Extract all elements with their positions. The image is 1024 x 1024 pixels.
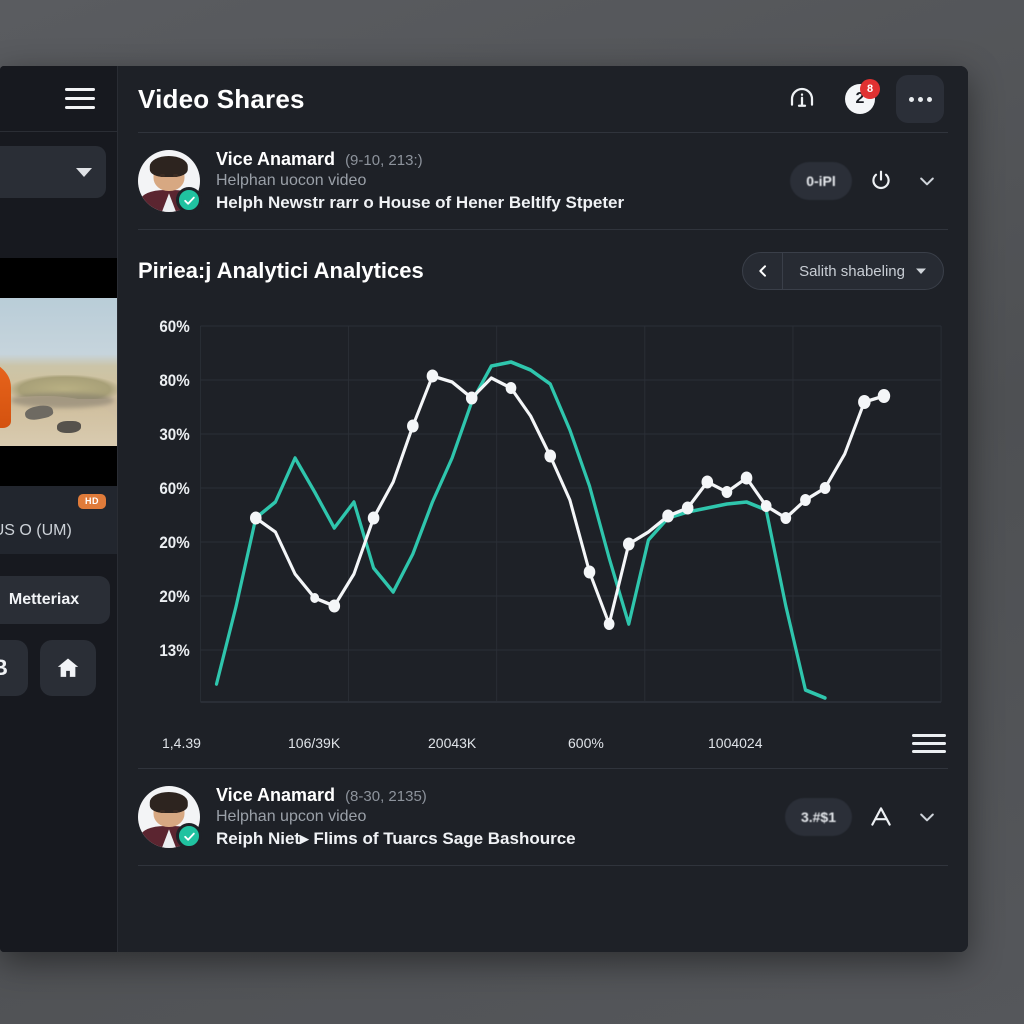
share-headline-top: Vice Anamard (9-10, 213:) <box>216 149 774 170</box>
chevron-left-icon[interactable] <box>743 253 784 289</box>
share-subtitle: Helphan uocon video <box>216 172 367 189</box>
sidebar-icon-row: B <box>0 640 117 696</box>
x-tick-1: 106/39K <box>288 735 341 751</box>
share-meta: (9-10, 213:) <box>345 152 423 169</box>
notifications-button[interactable]: 2 8 <box>838 77 882 121</box>
video-quality-badge: HD <box>78 494 106 509</box>
avatar-eye-right <box>172 173 178 177</box>
chart-footer: 1,4.39 106/39K 20043K 600% 1004024 <box>118 726 968 758</box>
avatar <box>138 150 202 213</box>
sidebar-primary-button[interactable]: Metteriax <box>0 576 110 624</box>
analytics-selector-label: Salith shabeling <box>799 262 905 280</box>
power-icon[interactable] <box>864 164 898 198</box>
x-tick-0: 1,4.39 <box>162 735 201 751</box>
x-tick-2: 20043K <box>428 735 477 751</box>
share-pill-button[interactable]: 0-iPl <box>790 162 852 200</box>
share-row-top[interactable]: Vice Anamard (9-10, 213:) Helphan uocon … <box>118 133 968 229</box>
y-tick-5: 20% <box>159 587 189 606</box>
analytics-selector[interactable]: Salith shabeling <box>742 252 944 290</box>
thumbnail-rock-2 <box>57 420 81 433</box>
x-tick-3: 600% <box>568 735 604 751</box>
more-horizontal-icon[interactable] <box>896 75 944 123</box>
page-title: Video Shares <box>138 83 305 114</box>
share-actions-bottom: 3.#$1 <box>784 798 944 836</box>
y-tick-2: 30% <box>159 425 189 444</box>
main-panel: Video Shares 2 8 Vice Anamard (9-10, 213… <box>118 66 968 952</box>
letter-b-icon[interactable]: B <box>0 640 28 696</box>
analytics-selector-main[interactable]: Salith shabeling <box>783 263 943 280</box>
video-thumbnail[interactable] <box>0 258 117 486</box>
verified-check-icon <box>176 823 202 849</box>
left-sidebar: HD the US O (UM) Metteriax B <box>0 66 118 952</box>
share-title: Helph Newstr rarr o House of Hener Beltl… <box>216 193 625 212</box>
top-bar: Video Shares 2 8 <box>118 66 968 132</box>
chevron-down-icon[interactable] <box>910 164 944 198</box>
chart-x-labels: 1,4.39 106/39K 20043K 600% 1004024 <box>138 735 912 751</box>
caret-down-icon <box>916 268 926 274</box>
chart-line-teal <box>214 360 827 700</box>
avatar-hair <box>149 156 189 178</box>
hamburger-icon[interactable] <box>912 728 946 758</box>
sidebar-header <box>0 66 117 132</box>
home-icon[interactable] <box>40 640 96 696</box>
hamburger-icon[interactable] <box>65 88 95 109</box>
share-title: Reiph Niet▸ Flims of Tuarcs Sage Bashour… <box>216 829 576 848</box>
share-headline-bottom: Vice Anamard (8-30, 2135) <box>216 785 769 806</box>
app-window: HD the US O (UM) Metteriax B Video Share… <box>0 66 968 952</box>
avatar-hair <box>149 792 189 814</box>
video-caption-text: the US O (UM) <box>0 522 72 539</box>
thumbnail-person <box>0 360 12 429</box>
avatar <box>138 786 202 849</box>
share-pill-button[interactable]: 3.#$1 <box>784 798 852 836</box>
sidebar-dropdown[interactable] <box>0 146 106 198</box>
y-tick-6: 13% <box>159 641 189 660</box>
chevron-down-icon[interactable] <box>910 800 944 834</box>
notification-badge: 8 <box>860 79 880 99</box>
avatar-eye-right <box>172 809 178 813</box>
chart-y-labels: 60% 80% 30% 60% 20% 20% 13% <box>159 317 189 660</box>
share-actions-top: 0-iPl <box>790 162 944 200</box>
share-meta: (8-30, 2135) <box>345 788 427 805</box>
verified-check-icon <box>176 187 202 213</box>
analytics-header: Piriea:j Analytici Analytices Salith sha… <box>118 230 968 296</box>
video-caption-block: HD the US O (UM) <box>0 486 117 554</box>
share-subtitle: Helphan upcon video <box>216 808 367 825</box>
font-size-icon[interactable] <box>864 800 898 834</box>
thumbnail-shadow <box>11 392 115 408</box>
analytics-chart[interactable]: 60% 80% 30% 60% 20% 20% 13% <box>138 306 950 726</box>
chart-line-white <box>254 374 886 626</box>
y-tick-1: 80% <box>159 371 189 390</box>
chevron-down-icon <box>76 167 92 177</box>
y-tick-4: 20% <box>159 533 189 552</box>
y-tick-0: 60% <box>159 317 189 336</box>
x-tick-4: 1004024 <box>708 735 763 751</box>
chart-svg: 60% 80% 30% 60% 20% 20% 13% <box>159 317 942 703</box>
chart-grid <box>200 325 942 703</box>
share-user-name: Vice Anamard <box>216 149 336 169</box>
avatar-eye-left <box>160 173 166 177</box>
info-circle-icon[interactable] <box>780 77 824 121</box>
share-text-bottom: Vice Anamard (8-30, 2135) Helphan upcon … <box>216 785 769 849</box>
y-tick-3: 60% <box>159 479 189 498</box>
analytics-title: Piriea:j Analytici Analytices <box>138 258 424 283</box>
thumbnail-image <box>0 298 117 446</box>
share-row-bottom[interactable]: Vice Anamard (8-30, 2135) Helphan upcon … <box>118 769 968 865</box>
share-text-top: Vice Anamard (9-10, 213:) Helphan uocon … <box>216 149 774 213</box>
share-user-name: Vice Anamard <box>216 785 336 805</box>
screen-root: HD the US O (UM) Metteriax B Video Share… <box>0 0 1024 1024</box>
avatar-eye-left <box>160 809 166 813</box>
divider-bottom <box>138 865 948 866</box>
